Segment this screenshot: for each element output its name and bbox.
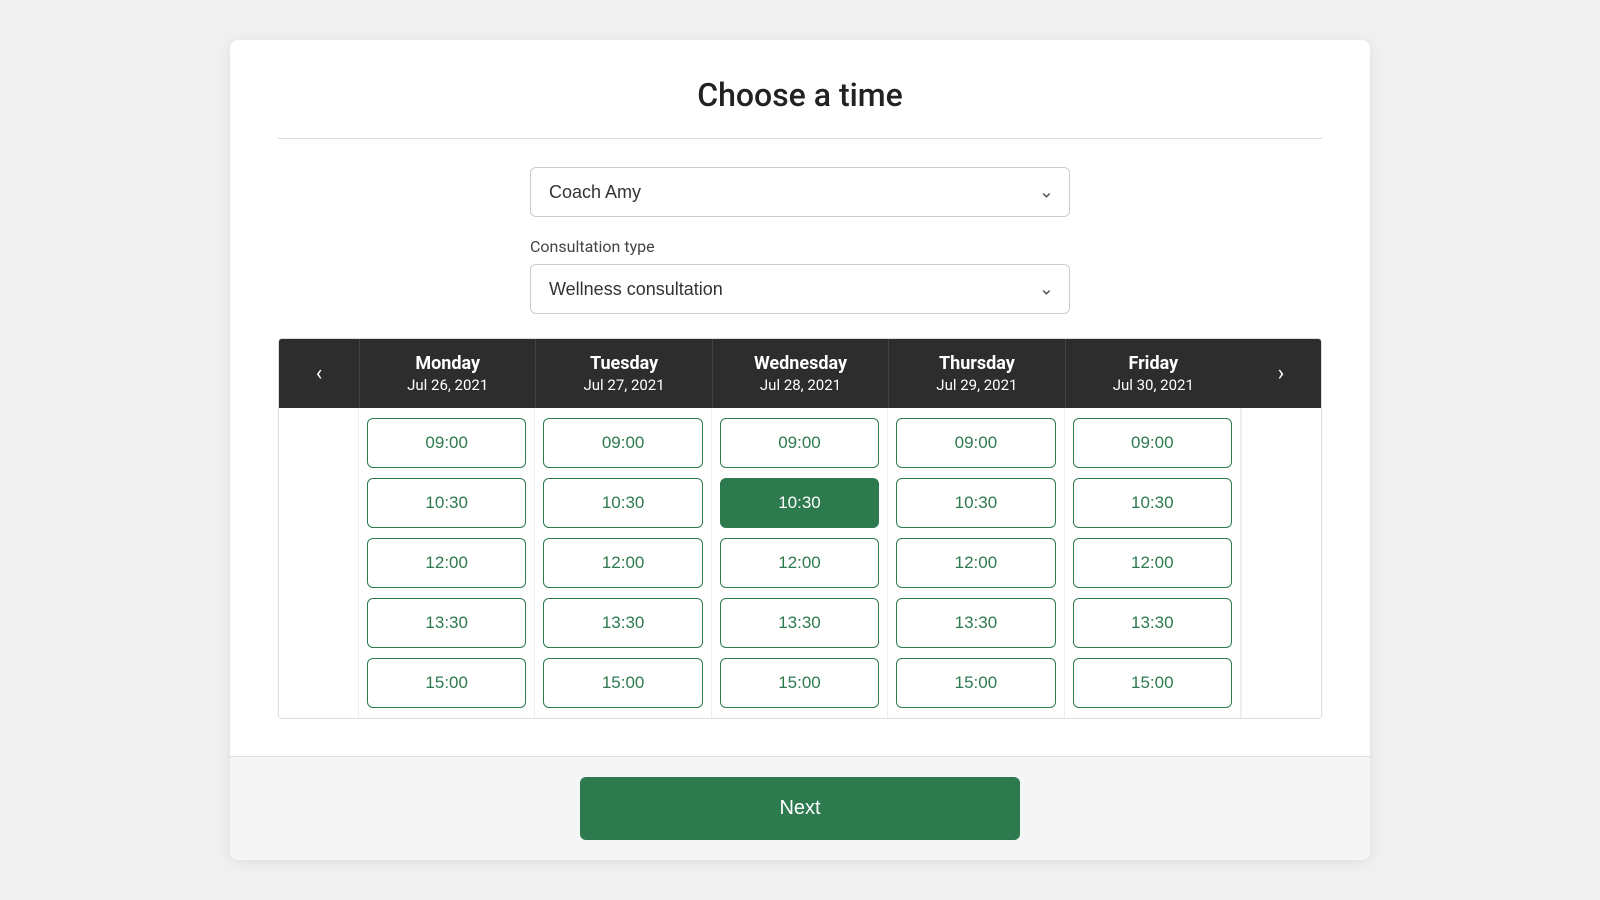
divider (278, 138, 1322, 139)
time-col-mon: 09:00 10:30 12:00 13:30 15:00 (359, 408, 535, 718)
empty-right (1241, 408, 1321, 718)
day-header-thu: Thursday Jul 29, 2021 (888, 339, 1064, 408)
prev-icon: ‹ (316, 361, 323, 386)
time-tue-0900[interactable]: 09:00 (543, 418, 702, 468)
time-wed-1200[interactable]: 12:00 (720, 538, 879, 588)
page-title: Choose a time (278, 76, 1322, 114)
time-col-fri: 09:00 10:30 12:00 13:30 15:00 (1065, 408, 1241, 718)
time-mon-1500[interactable]: 15:00 (367, 658, 526, 708)
time-thu-1500[interactable]: 15:00 (896, 658, 1055, 708)
day-date-mon: Jul 26, 2021 (368, 376, 527, 394)
next-week-button[interactable]: › (1241, 339, 1321, 408)
consultation-type-label-wrapper: Consultation type (278, 237, 1322, 256)
consultation-type-label: Consultation type (530, 237, 1070, 256)
day-date-tue: Jul 27, 2021 (544, 376, 703, 394)
time-wed-0900[interactable]: 09:00 (720, 418, 879, 468)
calendar-body: 09:00 10:30 12:00 13:30 15:00 09:00 10:3… (279, 408, 1321, 718)
day-name-tue: Tuesday (544, 353, 703, 374)
next-button[interactable]: Next (580, 777, 1020, 840)
page-container: Choose a time Coach Amy Coach Bob Coach … (0, 0, 1600, 900)
time-wed-1330[interactable]: 13:30 (720, 598, 879, 648)
consultation-dropdown-container: Wellness consultation Fitness consultati… (530, 264, 1070, 314)
day-date-fri: Jul 30, 2021 (1074, 376, 1233, 394)
time-tue-1500[interactable]: 15:00 (543, 658, 702, 708)
day-header-fri: Friday Jul 30, 2021 (1065, 339, 1241, 408)
time-thu-0900[interactable]: 09:00 (896, 418, 1055, 468)
time-col-wed: 09:00 10:30 12:00 13:30 15:00 (712, 408, 888, 718)
time-tue-1200[interactable]: 12:00 (543, 538, 702, 588)
coach-dropdown-wrapper: Coach Amy Coach Bob Coach Carol ⌄ (278, 167, 1322, 217)
time-thu-1030[interactable]: 10:30 (896, 478, 1055, 528)
time-mon-1200[interactable]: 12:00 (367, 538, 526, 588)
prev-week-button[interactable]: ‹ (279, 339, 359, 408)
time-col-tue: 09:00 10:30 12:00 13:30 15:00 (535, 408, 711, 718)
time-tue-1030[interactable]: 10:30 (543, 478, 702, 528)
main-card: Choose a time Coach Amy Coach Bob Coach … (230, 40, 1370, 860)
time-mon-1330[interactable]: 13:30 (367, 598, 526, 648)
next-icon: › (1278, 361, 1285, 386)
card-body: Choose a time Coach Amy Coach Bob Coach … (230, 40, 1370, 756)
time-tue-1330[interactable]: 13:30 (543, 598, 702, 648)
calendar-header: ‹ Monday Jul 26, 2021 Tuesday Jul 27, 20… (279, 339, 1321, 408)
time-fri-1330[interactable]: 13:30 (1073, 598, 1232, 648)
calendar: ‹ Monday Jul 26, 2021 Tuesday Jul 27, 20… (278, 338, 1322, 719)
card-footer: Next (230, 756, 1370, 860)
time-thu-1200[interactable]: 12:00 (896, 538, 1055, 588)
day-header-mon: Monday Jul 26, 2021 (359, 339, 535, 408)
day-header-tue: Tuesday Jul 27, 2021 (535, 339, 711, 408)
day-name-thu: Thursday (897, 353, 1056, 374)
consultation-select[interactable]: Wellness consultation Fitness consultati… (530, 264, 1070, 314)
time-wed-1030[interactable]: 10:30 (720, 478, 879, 528)
time-mon-1030[interactable]: 10:30 (367, 478, 526, 528)
coach-dropdown-container: Coach Amy Coach Bob Coach Carol ⌄ (530, 167, 1070, 217)
time-wed-1500[interactable]: 15:00 (720, 658, 879, 708)
time-fri-0900[interactable]: 09:00 (1073, 418, 1232, 468)
day-date-wed: Jul 28, 2021 (721, 376, 880, 394)
time-fri-1030[interactable]: 10:30 (1073, 478, 1232, 528)
coach-select[interactable]: Coach Amy Coach Bob Coach Carol (530, 167, 1070, 217)
empty-left (279, 408, 359, 718)
time-fri-1200[interactable]: 12:00 (1073, 538, 1232, 588)
day-name-fri: Friday (1074, 353, 1233, 374)
day-header-wed: Wednesday Jul 28, 2021 (712, 339, 888, 408)
day-name-wed: Wednesday (721, 353, 880, 374)
day-name-mon: Monday (368, 353, 527, 374)
time-fri-1500[interactable]: 15:00 (1073, 658, 1232, 708)
consultation-dropdown-wrapper: Wellness consultation Fitness consultati… (278, 264, 1322, 314)
time-thu-1330[interactable]: 13:30 (896, 598, 1055, 648)
day-date-thu: Jul 29, 2021 (897, 376, 1056, 394)
time-mon-0900[interactable]: 09:00 (367, 418, 526, 468)
time-col-thu: 09:00 10:30 12:00 13:30 15:00 (888, 408, 1064, 718)
